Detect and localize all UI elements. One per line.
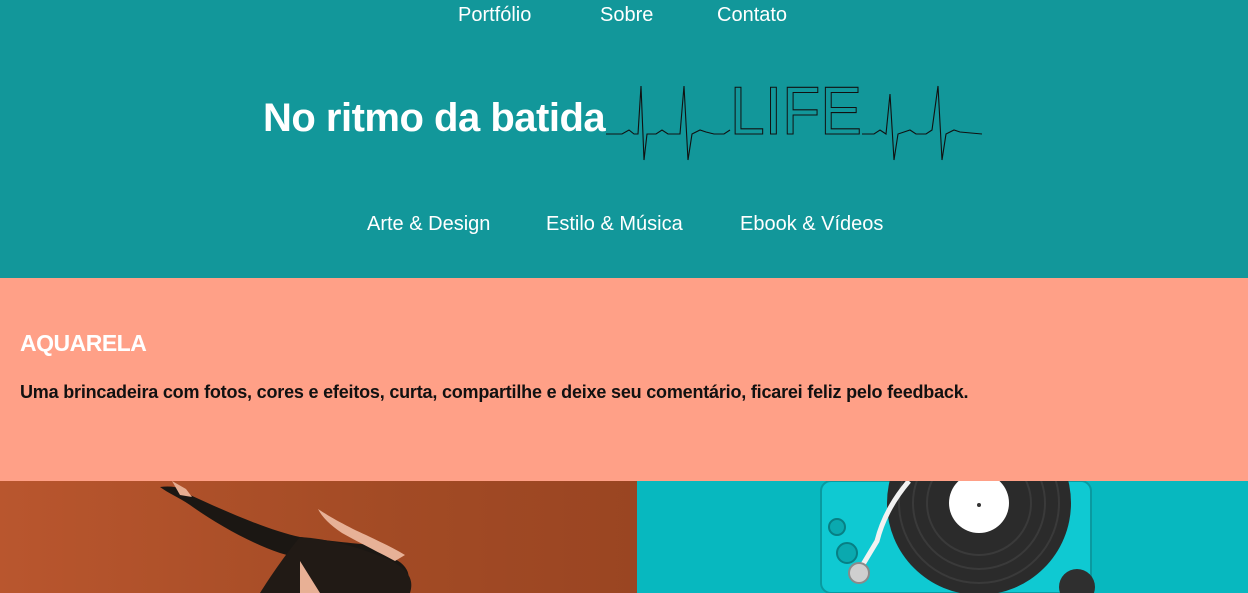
nav-link-portfolio[interactable]: Portfólio bbox=[458, 4, 531, 27]
turntable-photo[interactable] bbox=[637, 481, 1248, 593]
site-header: Portfólio Sobre Contato No ritmo da bati… bbox=[0, 0, 1248, 278]
turntable-image bbox=[820, 481, 1095, 593]
section-description: Uma brincadeira com fotos, cores e efeit… bbox=[20, 382, 969, 402]
nav-link-style-music[interactable]: Estilo & Música bbox=[546, 213, 683, 236]
site-title[interactable]: No ritmo da batida bbox=[263, 96, 606, 141]
section-heading: AQUARELA bbox=[20, 330, 147, 356]
nav-link-contact[interactable]: Contato bbox=[717, 4, 787, 27]
nav-link-about[interactable]: Sobre bbox=[600, 4, 653, 27]
logo-text: LIFE bbox=[730, 74, 862, 149]
dancer-image bbox=[160, 481, 412, 593]
photo-gallery bbox=[0, 481, 1248, 593]
nav-link-art-design[interactable]: Arte & Design bbox=[367, 213, 490, 236]
nav-link-ebook-videos[interactable]: Ebook & Vídeos bbox=[740, 213, 883, 236]
intro-section bbox=[0, 278, 1248, 481]
heartbeat-life-logo[interactable]: LIFE bbox=[604, 74, 984, 166]
dancer-photo[interactable] bbox=[0, 481, 637, 593]
top-nav: Portfólio Sobre Contato bbox=[0, 0, 1248, 32]
